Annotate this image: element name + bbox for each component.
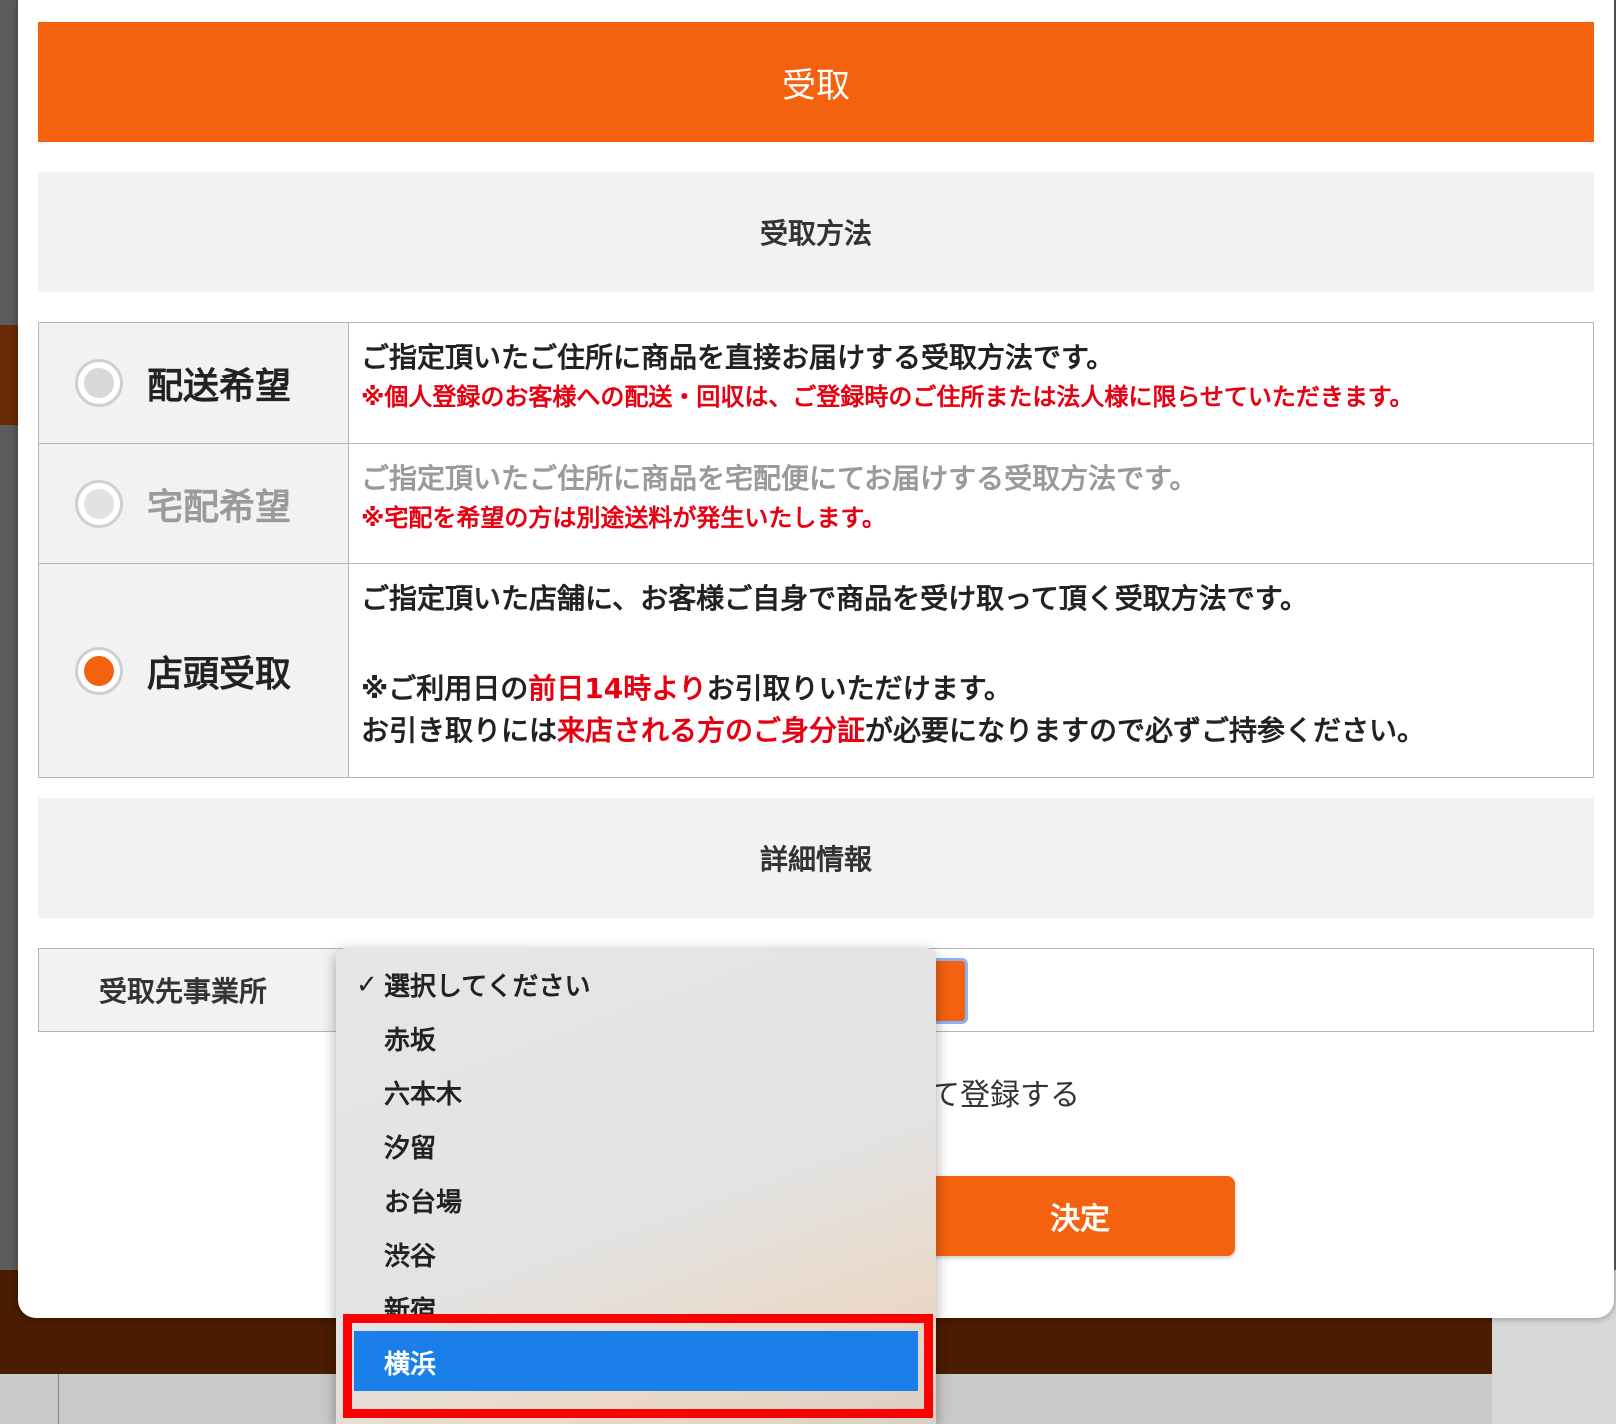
method-name-delivery: 配送希望 xyxy=(147,366,292,407)
background-divider xyxy=(58,1374,59,1424)
checkmark-icon: ✓ xyxy=(356,970,378,1000)
radio-delivery[interactable] xyxy=(75,359,123,407)
dropdown-option[interactable]: 汐留 xyxy=(384,1128,436,1165)
method-desc-text: ご指定頂いた店舗に、お客様ご自身で商品を受け取って頂く受取方法です。 xyxy=(361,582,1308,615)
method-table: 配送希望 ご指定頂いたご住所に商品を直接お届けする受取方法です。 ※個人登録のお… xyxy=(38,322,1594,778)
method-section-title: 受取方法 xyxy=(38,172,1594,292)
method-label-cell: 宅配希望 xyxy=(39,444,349,563)
dropdown-option[interactable]: 選択してください xyxy=(384,966,590,1003)
method-row-delivery[interactable]: 配送希望 ご指定頂いたご住所に商品を直接お届けする受取方法です。 ※個人登録のお… xyxy=(39,323,1593,443)
method-note-text: ※個人登録のお客様への配送・回収は、ご登録時のご住所または法人様に限らせていただ… xyxy=(361,383,1414,411)
register-option-label[interactable]: て登録する xyxy=(930,1070,1080,1114)
submit-button[interactable]: 決定 xyxy=(925,1176,1235,1256)
method-note-text: ※宅配を希望の方は別途送料が発生いたします。 xyxy=(361,504,886,532)
dropdown-option[interactable]: 六本木 xyxy=(384,1074,462,1111)
method-label-cell: 配送希望 xyxy=(39,323,349,443)
modal-title: 受取 xyxy=(38,22,1594,142)
method-desc-text: ご指定頂いたご住所に商品を直接お届けする受取方法です。 xyxy=(361,341,1115,374)
method-desc-text: ご指定頂いたご住所に商品を宅配便にてお届けする受取方法です。 xyxy=(361,462,1198,495)
office-label: 受取先事業所 xyxy=(39,949,349,1031)
method-name-store-pickup: 店頭受取 xyxy=(147,653,292,695)
method-desc-delivery: ご指定頂いたご住所に商品を直接お届けする受取方法です。 ※個人登録のお客様への配… xyxy=(349,323,1593,443)
annotation-highlight-box xyxy=(343,1314,933,1418)
pickup-note-line2: お引き取りには来店される方のご身分証が必要になりますので必ずご持参ください。 xyxy=(361,714,1426,747)
method-desc-store-pickup: ご指定頂いた店舗に、お客様ご自身で商品を受け取って頂く受取方法です。 ※ご利用日… xyxy=(349,564,1593,777)
method-label-cell: 店頭受取 xyxy=(39,564,349,777)
method-row-store-pickup[interactable]: 店頭受取 ご指定頂いた店舗に、お客様ご自身で商品を受け取って頂く受取方法です。 … xyxy=(39,563,1593,777)
radio-courier xyxy=(75,479,123,528)
dropdown-option[interactable]: 渋谷 xyxy=(384,1236,436,1273)
method-desc-courier: ご指定頂いたご住所に商品を宅配便にてお届けする受取方法です。 ※宅配を希望の方は… xyxy=(349,444,1593,563)
pickup-note-line1: ※ご利用日の前日14時よりお引取りいただけます。 xyxy=(361,672,1012,705)
details-section-title: 詳細情報 xyxy=(38,798,1594,918)
method-name-courier: 宅配希望 xyxy=(147,486,292,528)
radio-store-pickup[interactable] xyxy=(75,646,123,695)
dropdown-option[interactable]: 赤坂 xyxy=(384,1020,436,1057)
dropdown-option[interactable]: お台場 xyxy=(384,1182,462,1219)
method-row-courier: 宅配希望 ご指定頂いたご住所に商品を宅配便にてお届けする受取方法です。 ※宅配を… xyxy=(39,443,1593,563)
background-stripe xyxy=(0,325,18,425)
